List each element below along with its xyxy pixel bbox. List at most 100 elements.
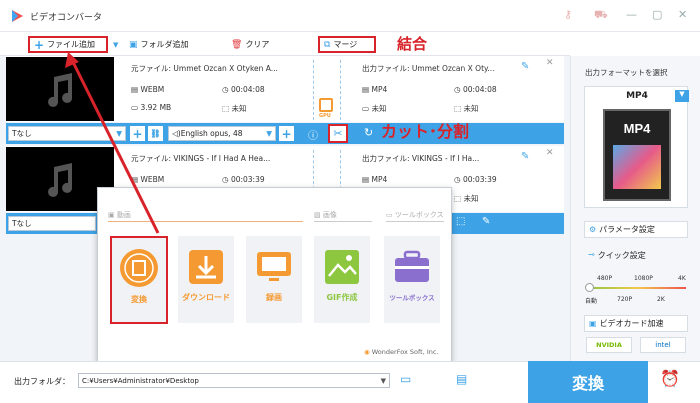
output-path-field[interactable]: C:¥Users¥Administrator¥Desktop ▼ xyxy=(78,373,390,388)
output-file-label: 出力ファイル: VIKINGS - If I Ha... xyxy=(362,154,480,163)
quick-settings: ⊸ クイック設定 xyxy=(588,250,646,261)
output-format-value: MP4 xyxy=(371,85,388,94)
plus-icon: + xyxy=(34,37,45,52)
gif-maker-tile[interactable]: GIF作成 xyxy=(314,236,370,323)
output-resolution: ⬚ 未知 xyxy=(454,103,478,114)
convert-icon xyxy=(120,249,158,287)
folder-icon: ▣ xyxy=(129,39,138,50)
clock-icon: ◷ xyxy=(454,175,463,184)
merge-button[interactable]: ⧉ マージ xyxy=(318,36,376,53)
format-value: MP4 xyxy=(626,91,648,101)
audio-track-value: English opus, 48 xyxy=(180,129,243,138)
toolbox-icon xyxy=(395,250,429,282)
output-duration-value: 00:03:39 xyxy=(462,175,497,184)
subtitle-value: なし xyxy=(16,219,32,228)
merge-icon: ⧉ xyxy=(324,39,331,50)
parameter-settings-button[interactable]: ⚙ パラメータ設定 xyxy=(584,221,688,238)
quality-720p: 720P xyxy=(617,296,633,303)
rotate-icon[interactable]: ↻ xyxy=(364,126,373,139)
section-tools-label: ツールボックス xyxy=(394,211,444,219)
source-resolution-value: 未知 xyxy=(231,104,247,113)
record-tile[interactable]: 録画 xyxy=(246,236,302,323)
edit-name-icon[interactable]: ✎ xyxy=(521,61,529,72)
convert-tile[interactable]: 変換 xyxy=(110,236,168,324)
quick-settings-label: クイック設定 xyxy=(597,251,646,260)
mp4-icon-text: MP4 xyxy=(623,121,651,136)
output-duration-value: 00:04:08 xyxy=(462,85,497,94)
gpu-label: GPU xyxy=(319,113,331,119)
chevron-down-icon: ▼ xyxy=(675,90,689,102)
quality-480p: 480P xyxy=(597,275,613,282)
output-size: ⬚ 未知 xyxy=(454,193,478,204)
quality-4k: 4K xyxy=(678,275,686,282)
remove-file-icon[interactable]: ✕ xyxy=(546,58,554,68)
download-tile[interactable]: ダウンロード xyxy=(178,236,234,323)
quality-1080p: 1080P xyxy=(634,275,653,282)
cut-icon[interactable]: ✂ xyxy=(328,124,348,143)
quality-slider-track[interactable] xyxy=(588,287,686,289)
toolbox-tile[interactable]: ツールボックス xyxy=(384,236,440,323)
add-file-label: ファイル追加 xyxy=(47,40,96,49)
key-icon[interactable]: ⚷ xyxy=(564,8,572,21)
image-icon: ▨ xyxy=(314,211,323,219)
convert-tile-label: 変換 xyxy=(131,295,147,304)
source-resolution: ⬚ 未知 xyxy=(222,103,246,114)
output-size-value: 未知 xyxy=(463,194,479,203)
clear-button[interactable]: 🗑 クリア xyxy=(231,36,269,53)
source-duration-value: 00:03:39 xyxy=(230,175,265,184)
quality-slider-handle[interactable] xyxy=(585,283,594,292)
mp4-icon-art xyxy=(613,145,661,189)
gpu-acceleration-button[interactable]: ▣ ビデオカード加速 xyxy=(584,315,688,332)
record-tile-label: 録画 xyxy=(266,293,282,302)
section-tools: ▭ ツールボックス xyxy=(386,210,444,220)
download-tile-label: ダウンロード xyxy=(182,293,230,302)
chevron-down-icon: ▼ xyxy=(380,376,386,385)
quality-auto: 自動 xyxy=(585,298,598,305)
toolbox-small-icon: ▭ xyxy=(386,211,395,219)
format-heading: 出力フォーマットを選択 xyxy=(585,68,668,77)
output-format: ▤ MP4 xyxy=(362,85,387,94)
chevron-down-icon: ▼ xyxy=(266,129,272,138)
info-icon[interactable]: ⓘ xyxy=(308,127,318,142)
alarm-clock-icon[interactable]: ⏰ xyxy=(660,369,680,388)
maximize-icon[interactable]: ▢ xyxy=(652,8,662,21)
intel-badge[interactable]: intel xyxy=(640,337,686,353)
clock-icon: ◷ xyxy=(454,85,463,94)
trash-icon: 🗑 xyxy=(231,39,243,50)
output-size-value: 未知 xyxy=(371,104,387,113)
cart-icon[interactable]: ⛟ xyxy=(594,8,608,23)
add-audio-button[interactable]: + xyxy=(279,126,294,141)
edit-icon[interactable]: ✎ xyxy=(482,216,490,227)
edit-name-icon[interactable]: ✎ xyxy=(521,151,529,162)
speaker-icon: ◁) xyxy=(172,129,181,138)
nvidia-badge[interactable]: NVIDIA xyxy=(586,337,632,353)
section-image: ▨ 画像 xyxy=(314,210,337,220)
open-folder-icon[interactable]: ▭ xyxy=(400,372,411,386)
quality-2k: 2K xyxy=(657,296,665,303)
brand-footer-text: WonderFox Soft, Inc. xyxy=(371,348,439,356)
clock-icon: ◷ xyxy=(222,85,231,94)
divider xyxy=(314,221,372,222)
gpu-acceleration-label: ビデオカード加速 xyxy=(599,319,664,328)
annotation-merge: 結合 xyxy=(397,35,428,53)
browse-output-icon[interactable]: ▤ xyxy=(456,372,467,386)
brand-footer: ◉ WonderFox Soft, Inc. xyxy=(364,348,439,356)
output-folder-label: 出力フォルダ： xyxy=(14,377,70,386)
format-selector[interactable]: MP4 ▼ MP4 xyxy=(584,86,689,208)
source-duration: ◷ 00:03:39 xyxy=(222,175,265,184)
output-path-value: C:¥Users¥Administrator¥Desktop xyxy=(82,376,199,385)
output-duration: ◷ 00:04:08 xyxy=(454,85,497,94)
section-image-label: 画像 xyxy=(322,211,337,219)
slider-icon: ⊸ xyxy=(588,250,595,259)
output-resolution-value: 未知 xyxy=(463,104,479,113)
crop-icon[interactable]: ⬚ xyxy=(456,216,465,227)
convert-button[interactable]: 変換 xyxy=(528,361,648,403)
audio-track-select[interactable]: ◁) English opus, 48 ▼ xyxy=(168,126,276,141)
source-duration: ◷ 00:04:08 xyxy=(222,85,265,94)
output-size: ▭ 未知 xyxy=(362,103,386,114)
minimize-icon[interactable]: — xyxy=(626,8,637,21)
close-icon[interactable]: ✕ xyxy=(678,8,687,21)
remove-file-icon[interactable]: ✕ xyxy=(546,148,554,158)
output-duration: ◷ 00:03:39 xyxy=(454,175,497,184)
chip-icon: ▣ xyxy=(589,319,597,328)
